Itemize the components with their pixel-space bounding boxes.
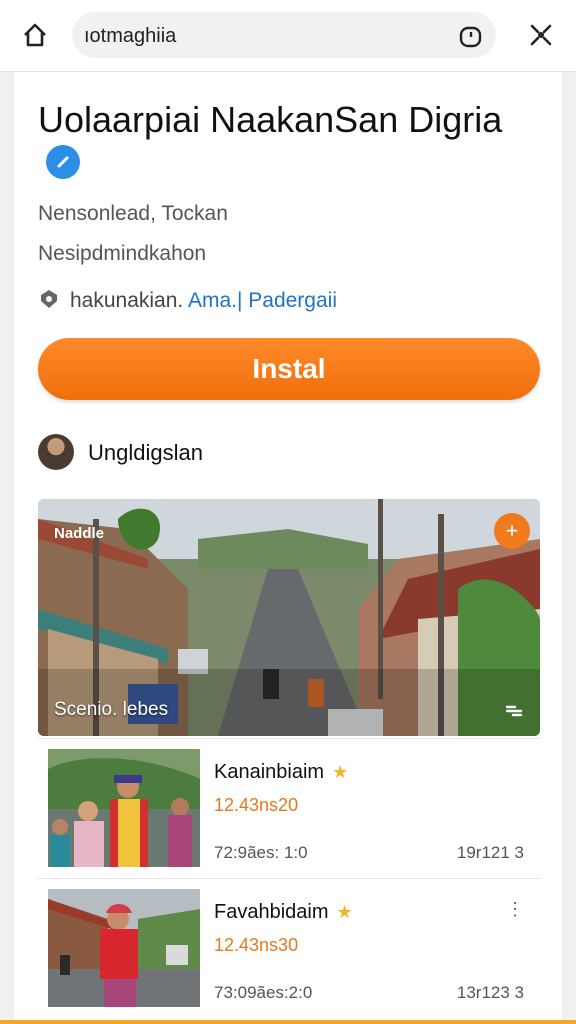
item-price: 12.43ns30 [214,935,299,955]
home-icon[interactable] [20,20,50,50]
developer-link[interactable]: Ama.| Padergaii [188,289,337,312]
app-detail-card: Uolaarpiai NaakanSan Digria Nensonlead, … [14,72,562,1024]
hero-caption: Scenio. lebes [54,699,169,720]
developer-line: hakunakian. Ama.| Padergaii [38,288,337,313]
item-name: Kanainbiaim ★ [214,761,348,784]
item-name: Favahbidaim ★ [214,901,353,924]
item-name-text: Favahbidaim [214,901,329,923]
browser-toolbar: ıotmaghiia [0,0,576,72]
item-name-text: Kanainbiaim [214,761,325,783]
more-options-icon[interactable]: ⋮ [506,899,524,920]
item-meta: 73:09ães:2:0 [214,983,313,1002]
hero-screenshot[interactable]: Naddle + Scenio. lebes [38,499,540,736]
bottom-accent-bar [0,1020,576,1024]
add-icon[interactable]: + [494,513,530,549]
avatar[interactable] [38,434,74,470]
item-count: 13r123 3 [456,983,524,1002]
star-icon: ★ [332,762,349,782]
url-text[interactable]: ıotmaghiia [84,25,176,48]
list-item[interactable]: Kanainbiaim ★ 12.43ns20 72:9ães: 1:0 19r1… [38,738,540,878]
address-bar[interactable]: ıotmaghiia [72,12,496,58]
star-icon: ★ [336,902,353,922]
developer-prefix: hakunakian. [70,289,184,312]
fullscreen-icon[interactable] [504,701,524,721]
app-title-text: Uolaarpiai NaakanSan Digria [38,99,503,140]
app-title: Uolaarpiai NaakanSan Digria [38,98,538,186]
hero-tag: Naddle [54,525,105,542]
menu-icon[interactable] [526,20,556,50]
item-count: 19r121 3 [456,843,524,862]
item-thumbnail [48,749,200,867]
list-item[interactable]: Favahbidaim ★ ⋮ 12.43ns30 73:09ães:2:0 13… [38,878,540,1018]
item-price: 12.43ns20 [214,795,299,815]
tab-switcher-icon[interactable] [458,23,484,49]
shield-icon [38,288,60,310]
author-name[interactable]: Ungldigslan [88,440,203,466]
app-category: Nensonlead, Tockan [38,202,228,225]
app-publisher: Nesipdmindkahon [38,242,207,265]
verified-icon [46,145,80,180]
install-button[interactable]: Instal [38,338,540,400]
item-meta: 72:9ães: 1:0 [214,843,308,862]
item-thumbnail [48,889,200,1007]
